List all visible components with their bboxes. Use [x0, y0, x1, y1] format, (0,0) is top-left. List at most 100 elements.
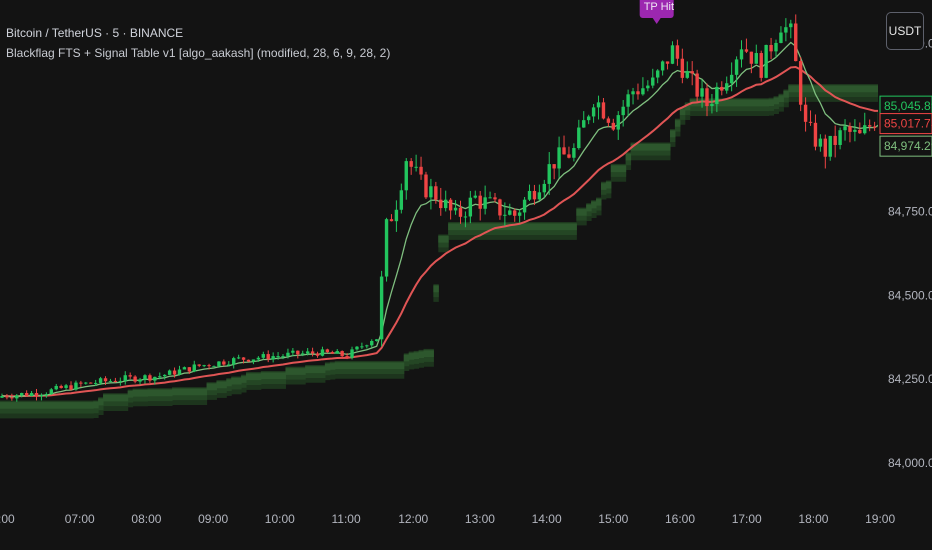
- candle-body: [325, 349, 330, 353]
- candle-body: [389, 219, 394, 222]
- candle-body: [29, 393, 34, 397]
- y-tick-label: 84,250.00: [888, 372, 932, 386]
- candle-body: [744, 49, 749, 52]
- candle-body: [552, 164, 556, 169]
- candle-body: [370, 340, 374, 346]
- candle-body: [301, 353, 305, 355]
- candle-body: [59, 385, 63, 388]
- candle-body: [655, 70, 660, 78]
- x-tick-label: 15:00: [598, 512, 628, 526]
- indicator-legend[interactable]: Blackflag FTS + Signal Table v1 [algo_aa…: [6, 46, 390, 60]
- candle-body: [227, 364, 231, 366]
- candle-body: [631, 91, 635, 95]
- candle-body: [774, 42, 778, 52]
- candle-body: [601, 102, 606, 119]
- candle-body: [503, 214, 507, 216]
- candle-body: [424, 174, 428, 198]
- price-label-text: 85,045.89: [884, 99, 932, 113]
- candle-body: [414, 166, 418, 168]
- price-label-text: 85,017.73: [884, 117, 932, 131]
- y-tick-label: 84,000.00: [888, 456, 932, 470]
- candle-body: [813, 122, 818, 147]
- candle-body: [695, 73, 699, 97]
- candle-body: [532, 190, 537, 200]
- x-tick-label: 09:00: [198, 512, 228, 526]
- candle-body: [271, 356, 275, 360]
- candle-body: [621, 106, 625, 116]
- candle-body: [463, 216, 468, 218]
- candle-body: [103, 378, 108, 382]
- candle-body: [705, 88, 709, 107]
- candle-body: [517, 212, 522, 216]
- candle-body: [823, 138, 828, 157]
- candle-body: [749, 51, 754, 64]
- candle-body: [660, 61, 665, 71]
- candle-body: [720, 86, 724, 91]
- candle-body: [74, 382, 78, 390]
- candle-body: [567, 154, 571, 158]
- candle-body: [217, 361, 221, 367]
- candle-body: [611, 122, 616, 130]
- candle-body: [734, 59, 739, 75]
- candle-body: [281, 356, 285, 358]
- candle-body: [207, 365, 211, 367]
- candle-body: [616, 115, 620, 130]
- candle-body: [84, 382, 88, 384]
- candle-body: [759, 53, 763, 78]
- candle-body: [44, 394, 49, 396]
- candle-body: [399, 190, 404, 210]
- candle-body: [241, 357, 246, 360]
- candle-body: [867, 125, 872, 127]
- candle-body: [754, 53, 758, 64]
- candle-body: [739, 49, 744, 60]
- candle-body: [202, 365, 206, 367]
- candle-body: [572, 148, 576, 158]
- candle-body: [665, 61, 670, 64]
- candle-body: [557, 147, 561, 169]
- candle-body: [690, 71, 694, 74]
- candle-body: [345, 356, 349, 358]
- candle-body: [123, 375, 127, 381]
- candle-body: [138, 379, 142, 382]
- candle-body: [350, 349, 354, 358]
- candle-body: [680, 58, 685, 78]
- chart-background: [0, 0, 932, 550]
- candle-body: [562, 147, 566, 155]
- candle-body: [434, 186, 438, 200]
- x-tick-label: 07:00: [65, 512, 95, 526]
- candle-body: [473, 195, 477, 198]
- candle-body: [34, 393, 39, 397]
- candle-body: [167, 370, 172, 375]
- candle-body: [246, 359, 251, 362]
- candle-body: [789, 23, 793, 28]
- candle-body: [493, 197, 497, 200]
- x-tick-label: :00: [0, 512, 15, 526]
- candle-body: [192, 364, 196, 372]
- candle-body: [547, 164, 551, 184]
- candle-body: [384, 219, 389, 277]
- candle-body: [340, 351, 344, 357]
- candle-body: [162, 374, 167, 377]
- candle-body: [128, 375, 132, 377]
- x-tick-label: 11:00: [332, 512, 361, 526]
- currency-button[interactable]: USDT: [886, 12, 924, 50]
- candle-body: [651, 77, 655, 86]
- candle-body: [670, 45, 675, 64]
- candle-body: [177, 369, 182, 375]
- candle-body: [808, 121, 813, 123]
- candle-body: [715, 86, 719, 105]
- symbol-legend: Bitcoin / TetherUS · 5 · BINANCE: [6, 26, 184, 40]
- candle-body: [725, 83, 729, 91]
- candle-body: [818, 138, 823, 147]
- candle-body: [784, 27, 788, 33]
- candle-body: [764, 44, 768, 78]
- candle-body: [320, 349, 325, 356]
- candle-body: [641, 88, 645, 95]
- candle-body: [276, 356, 280, 358]
- price-chart[interactable]: 85,250.0084,750.0084,500.0084,250.0084,0…: [0, 0, 932, 550]
- candle-body: [577, 127, 581, 149]
- x-tick-label: 16:00: [665, 512, 695, 526]
- candle-body: [863, 125, 867, 134]
- candle-body: [251, 359, 256, 362]
- candle-body: [291, 350, 295, 353]
